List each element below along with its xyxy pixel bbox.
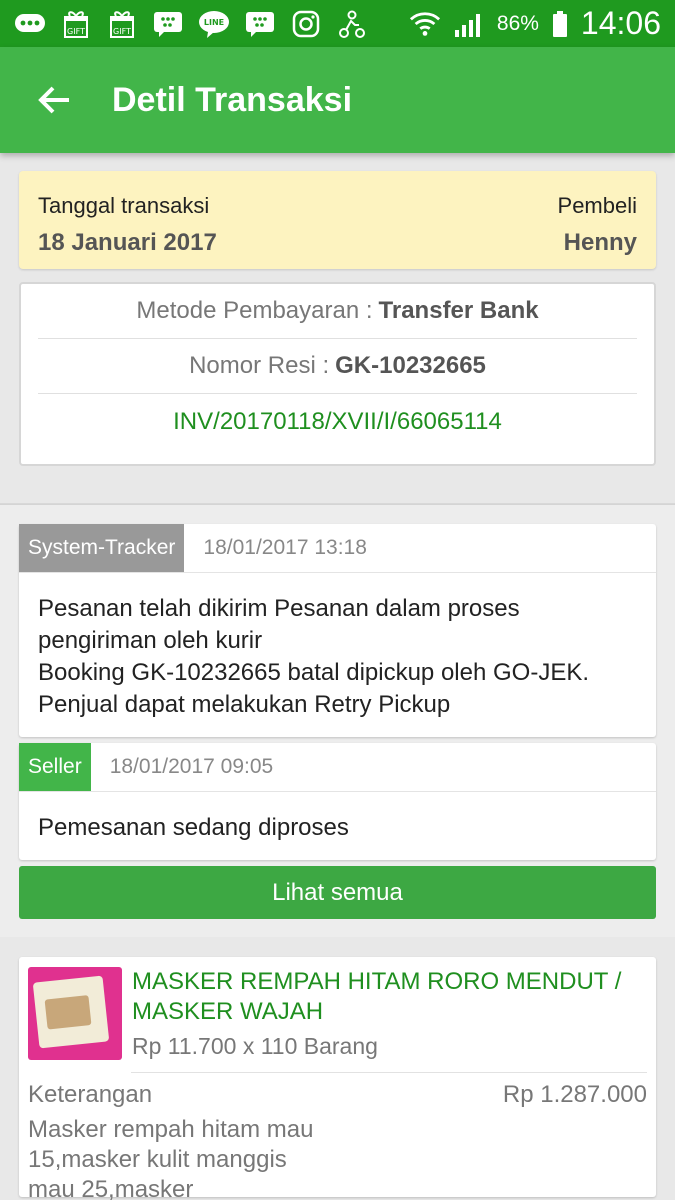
app-bar: Detil Transaksi bbox=[0, 47, 675, 153]
gift-icon: GIFT bbox=[60, 10, 92, 38]
status-bar: GIFT GIFT LINE 86% 14:06 bbox=[0, 0, 675, 47]
tracking-entry: System-Tracker 18/01/2017 13:18 Pesanan … bbox=[19, 524, 656, 737]
battery-icon bbox=[551, 10, 569, 38]
tracking-section: System-Tracker 18/01/2017 13:18 Pesanan … bbox=[0, 504, 675, 937]
tracking-header: System-Tracker 18/01/2017 13:18 bbox=[19, 524, 656, 573]
line-icon: LINE bbox=[198, 10, 230, 38]
note-label: Keterangan bbox=[28, 1081, 153, 1108]
payment-method-value: Transfer Bank bbox=[378, 297, 539, 324]
wifi-icon bbox=[409, 10, 441, 38]
tracking-line: Booking GK-10232665 batal dipickup oleh … bbox=[38, 659, 590, 718]
tracking-entry: Seller 18/01/2017 09:05 Pemesanan sedang… bbox=[19, 743, 656, 860]
invoice-link[interactable]: INV/20170118/XVII/I/66065114 bbox=[173, 408, 502, 436]
signal-icon bbox=[453, 10, 485, 38]
bbm-icon bbox=[244, 10, 276, 38]
tracking-timestamp: 18/01/2017 13:18 bbox=[203, 536, 367, 559]
tracking-message: Pemesanan sedang diproses bbox=[19, 792, 656, 860]
product-card: MASKER REMPAH HITAM RORO MENDUT / MASKER… bbox=[19, 957, 656, 1200]
receipt-number-row: Nomor Resi : GK-10232665 bbox=[38, 339, 637, 394]
buyer-label: Pembeli bbox=[557, 193, 637, 218]
back-button[interactable] bbox=[34, 80, 74, 120]
battery-percent: 86% bbox=[496, 11, 539, 35]
product-price-qty: Rp 11.700 x 110 Barang bbox=[132, 1033, 378, 1059]
gift-icon: GIFT bbox=[106, 10, 138, 38]
tracking-message: Pesanan telah dikirim Pesanan dalam pros… bbox=[19, 573, 656, 737]
note-text: Masker rempah hitam mau 15,masker kulit … bbox=[28, 1116, 314, 1200]
payment-info-card: Metode Pembayaran : Transfer Bank Nomor … bbox=[19, 282, 656, 466]
svg-text:GIFT: GIFT bbox=[113, 27, 131, 36]
clock: 14:06 bbox=[580, 5, 661, 41]
tracking-header: Seller 18/01/2017 09:05 bbox=[19, 743, 656, 792]
receipt-number-value: GK-10232665 bbox=[335, 352, 486, 379]
payment-method-label: Metode Pembayaran : bbox=[136, 297, 373, 324]
section-divider bbox=[0, 466, 675, 504]
see-all-button[interactable]: Lihat semua bbox=[19, 866, 656, 919]
tracking-line: Pesanan telah dikirim Pesanan dalam pros… bbox=[38, 595, 520, 654]
svg-text:GIFT: GIFT bbox=[67, 27, 85, 36]
invoice-row: INV/20170118/XVII/I/66065114 bbox=[38, 394, 637, 449]
product-name-link[interactable]: MASKER REMPAH HITAM RORO MENDUT / MASKER… bbox=[132, 967, 647, 1027]
arrow-left-icon bbox=[38, 86, 69, 114]
gojek-icon bbox=[336, 10, 368, 38]
buyer-name: Henny bbox=[563, 229, 637, 256]
bbm-icon bbox=[152, 10, 184, 38]
svg-text:LINE: LINE bbox=[204, 18, 224, 27]
tracking-line: Pemesanan sedang diproses bbox=[38, 814, 349, 841]
payment-method-row: Metode Pembayaran : Transfer Bank bbox=[38, 284, 637, 339]
tracking-source-badge: Seller bbox=[19, 743, 91, 791]
instagram-icon bbox=[290, 10, 322, 38]
notification-icons: GIFT GIFT LINE bbox=[14, 10, 409, 38]
product-divider bbox=[131, 1072, 647, 1073]
product-image[interactable] bbox=[28, 967, 122, 1060]
product-total: Rp 1.287.000 bbox=[502, 1081, 647, 1108]
tracking-source-badge: System-Tracker bbox=[19, 524, 185, 572]
receipt-number-label: Nomor Resi : bbox=[189, 352, 330, 379]
more-chat-icon bbox=[14, 10, 46, 38]
transaction-date-label: Tanggal transaksi bbox=[38, 193, 210, 218]
transaction-summary: Tanggal transaksi 18 Januari 2017 Pembel… bbox=[19, 171, 656, 269]
page-title: Detil Transaksi bbox=[112, 80, 353, 119]
transaction-date: 18 Januari 2017 bbox=[38, 229, 217, 256]
tracking-timestamp: 18/01/2017 09:05 bbox=[109, 755, 274, 778]
